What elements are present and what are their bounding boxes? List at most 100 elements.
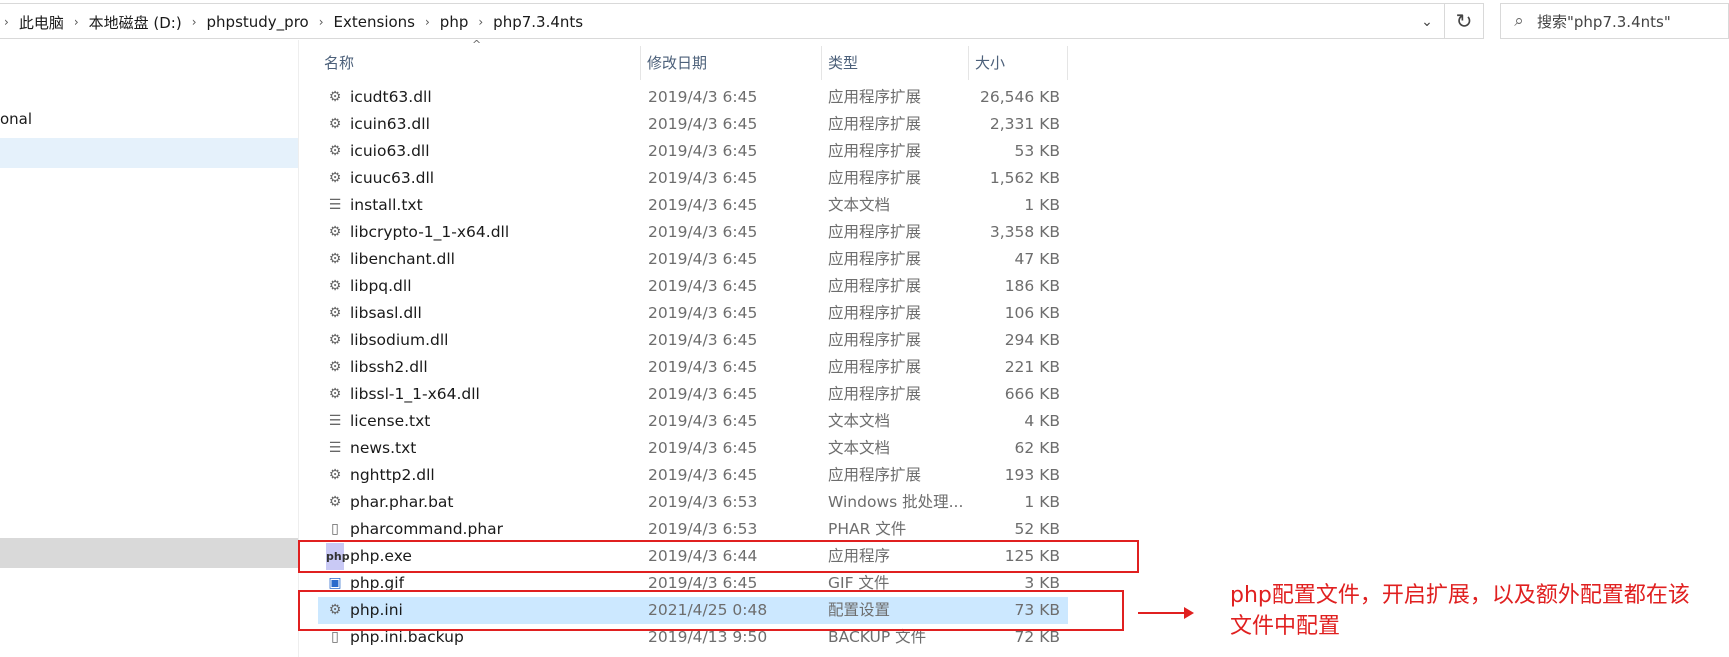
- chevron-right-icon[interactable]: ›: [474, 15, 487, 29]
- file-size: 26,546 KB: [980, 88, 1060, 106]
- breadcrumb-phpstudy-pro[interactable]: phpstudy_pro: [201, 13, 315, 31]
- file-size: 1 KB: [1024, 196, 1060, 214]
- nav-item-partial[interactable]: onal: [0, 110, 32, 128]
- file-row[interactable]: ☰ news.txt 2019/4/3 6:45 文本文档 62 KB: [318, 435, 1068, 462]
- highlight-box-php-ini: [298, 590, 1124, 631]
- dll-icon: ⚙: [328, 143, 342, 159]
- chevron-right-icon[interactable]: ›: [315, 15, 328, 29]
- file-type: 应用程序扩展: [828, 88, 922, 106]
- file-date: 2019/4/3 6:45: [648, 412, 758, 430]
- file-date: 2019/4/3 6:45: [648, 169, 758, 187]
- nav-item-hovered[interactable]: [0, 538, 298, 568]
- chevron-right-icon[interactable]: ›: [421, 15, 434, 29]
- file-date: 2019/4/3 6:45: [648, 142, 758, 160]
- file-size: 294 KB: [1004, 331, 1060, 349]
- file-size: 3,358 KB: [989, 223, 1060, 241]
- file-type: 应用程序扩展: [828, 385, 922, 403]
- breadcrumb-extensions[interactable]: Extensions: [328, 13, 421, 31]
- file-row[interactable]: ⚙ libcrypto-1_1-x64.dll 2019/4/3 6:45 应用…: [318, 219, 1068, 246]
- file-row[interactable]: ☰ install.txt 2019/4/3 6:45 文本文档 1 KB: [318, 192, 1068, 219]
- file-type: 文本文档: [828, 196, 891, 214]
- breadcrumb-this-pc[interactable]: 此电脑: [13, 12, 70, 33]
- column-divider[interactable]: [1067, 46, 1068, 80]
- file-row[interactable]: ⚙ nghttp2.dll 2019/4/3 6:45 应用程序扩展 193 K…: [318, 462, 1068, 489]
- file-row[interactable]: ⚙ icuuc63.dll 2019/4/3 6:45 应用程序扩展 1,562…: [318, 165, 1068, 192]
- refresh-button[interactable]: ↻: [1444, 3, 1484, 39]
- file-size: 47 KB: [1014, 250, 1060, 268]
- file-row[interactable]: ⚙ libsodium.dll 2019/4/3 6:45 应用程序扩展 294…: [318, 327, 1068, 354]
- file-name: icuio63.dll: [350, 142, 430, 160]
- address-bar[interactable]: › 此电脑 › 本地磁盘 (D:) › phpstudy_pro › Exten…: [0, 3, 1474, 39]
- dll-icon: ⚙: [328, 386, 342, 402]
- file-type: 应用程序扩展: [828, 250, 922, 268]
- file-name: libssl-1_1-x64.dll: [350, 385, 480, 403]
- file-size: 106 KB: [1004, 304, 1060, 322]
- dll-icon: ⚙: [328, 170, 342, 186]
- file-type: 应用程序扩展: [828, 169, 922, 187]
- column-header-name[interactable]: 名称: [318, 46, 640, 80]
- dll-icon: ⚙: [328, 278, 342, 294]
- file-row[interactable]: ⚙ libpq.dll 2019/4/3 6:45 应用程序扩展 186 KB: [318, 273, 1068, 300]
- arrow-right-icon: [1138, 607, 1194, 619]
- file-date: 2019/4/3 6:45: [648, 304, 758, 322]
- file-date: 2019/4/3 6:45: [648, 331, 758, 349]
- chevron-down-icon[interactable]: ⌄: [1412, 4, 1442, 40]
- file-date: 2019/4/3 6:45: [648, 115, 758, 133]
- file-type: PHAR 文件: [828, 520, 907, 538]
- navigation-pane[interactable]: onal: [0, 40, 299, 657]
- annotation-text: php配置文件，开启扩展，以及额外配置都在该文件中配置: [1230, 583, 1690, 639]
- file-size: 4 KB: [1024, 412, 1060, 430]
- text-file-icon: ☰: [328, 197, 342, 213]
- dll-icon: ⚙: [328, 251, 342, 267]
- file-size: 1 KB: [1024, 493, 1060, 511]
- dll-icon: ⚙: [328, 224, 342, 240]
- file-row[interactable]: ☰ license.txt 2019/4/3 6:45 文本文档 4 KB: [318, 408, 1068, 435]
- breadcrumb-php[interactable]: php: [434, 13, 475, 31]
- file-name: icuuc63.dll: [350, 169, 435, 187]
- search-input[interactable]: ⌕ 搜索"php7.3.4nts": [1500, 3, 1729, 39]
- breadcrumb-local-disk[interactable]: 本地磁盘 (D:): [83, 12, 188, 33]
- column-header-size[interactable]: 大小: [969, 46, 1067, 80]
- chevron-right-icon[interactable]: ›: [188, 15, 201, 29]
- dll-icon: ⚙: [328, 89, 342, 105]
- file-date: 2019/4/3 6:45: [648, 439, 758, 457]
- file-name: libcrypto-1_1-x64.dll: [350, 223, 510, 241]
- file-size: 186 KB: [1004, 277, 1060, 295]
- file-date: 2019/4/3 6:45: [648, 385, 758, 403]
- column-header-type[interactable]: 类型: [822, 46, 968, 80]
- file-row[interactable]: ▯ pharcommand.phar 2019/4/3 6:53 PHAR 文件…: [318, 516, 1068, 543]
- search-icon: ⌕: [1514, 11, 1524, 31]
- file-row[interactable]: ⚙ icuin63.dll 2019/4/3 6:45 应用程序扩展 2,331…: [318, 111, 1068, 138]
- file-name: pharcommand.phar: [350, 520, 504, 538]
- file-size: 2,331 KB: [989, 115, 1060, 133]
- file-row[interactable]: ⚙ libenchant.dll 2019/4/3 6:45 应用程序扩展 47…: [318, 246, 1068, 273]
- file-name: libsodium.dll: [350, 331, 449, 349]
- file-size: 62 KB: [1014, 439, 1060, 457]
- file-row[interactable]: ⚙ icudt63.dll 2019/4/3 6:45 应用程序扩展 26,54…: [318, 84, 1068, 111]
- nav-item-selected[interactable]: [0, 138, 298, 168]
- breadcrumb-php7-3-4nts[interactable]: php7.3.4nts: [487, 13, 589, 31]
- file-type: 应用程序扩展: [828, 304, 922, 322]
- file-row[interactable]: ⚙ libsasl.dll 2019/4/3 6:45 应用程序扩展 106 K…: [318, 300, 1068, 327]
- highlight-box-php-exe: [298, 540, 1139, 573]
- file-row[interactable]: ⚙ phar.phar.bat 2019/4/3 6:53 Windows 批处…: [318, 489, 1068, 516]
- dll-icon: ⚙: [328, 116, 342, 132]
- dll-icon: ⚙: [328, 305, 342, 321]
- file-name: news.txt: [350, 439, 417, 457]
- chevron-right-icon[interactable]: ›: [70, 15, 83, 29]
- file-type: 应用程序扩展: [828, 277, 922, 295]
- chevron-right-icon[interactable]: ›: [0, 15, 13, 29]
- file-date: 2019/4/3 6:53: [648, 493, 758, 511]
- file-name: phar.phar.bat: [350, 493, 454, 511]
- file-type: 应用程序扩展: [828, 466, 922, 484]
- file-row[interactable]: ⚙ libssh2.dll 2019/4/3 6:45 应用程序扩展 221 K…: [318, 354, 1068, 381]
- file-row[interactable]: ⚙ icuio63.dll 2019/4/3 6:45 应用程序扩展 53 KB: [318, 138, 1068, 165]
- column-header-date[interactable]: 修改日期: [641, 46, 821, 80]
- file-size: 53 KB: [1014, 142, 1060, 160]
- batch-file-icon: ⚙: [328, 494, 342, 510]
- blank-file-icon: ▯: [331, 521, 339, 537]
- file-date: 2019/4/3 6:45: [648, 466, 758, 484]
- file-row[interactable]: ⚙ libssl-1_1-x64.dll 2019/4/3 6:45 应用程序扩…: [318, 381, 1068, 408]
- file-name: install.txt: [350, 196, 423, 214]
- dll-icon: ⚙: [328, 332, 342, 348]
